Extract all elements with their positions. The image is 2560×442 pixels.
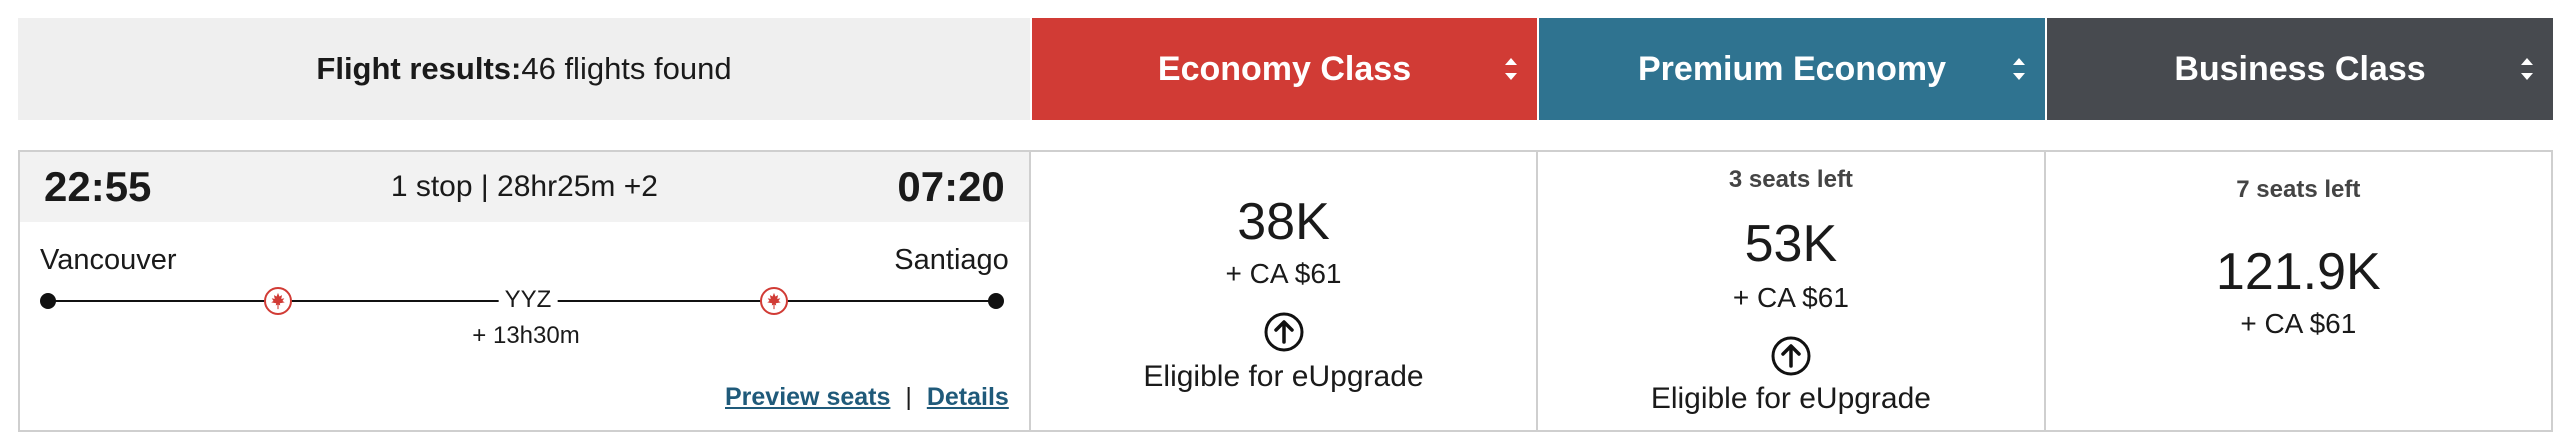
air-canada-leaf-icon [264, 287, 292, 315]
results-summary: Flight results: 46 flights found [18, 18, 1030, 120]
fare-cash: + CA $61 [1732, 282, 1849, 313]
tab-premium-label: Premium Economy [1638, 49, 1946, 88]
sort-icon [2521, 58, 2533, 80]
air-canada-leaf-icon [760, 287, 788, 315]
sort-icon [1505, 58, 1517, 80]
results-header: Flight results: 46 flights found Economy… [18, 18, 2553, 120]
route-cities: Vancouver Santiago [20, 244, 1029, 277]
sort-icon [2013, 58, 2025, 80]
fare-cash: + CA $61 [1225, 258, 1342, 289]
flight-links: Preview seats | Details [725, 383, 1009, 412]
fare-economy[interactable]: 38K + CA $61 Eligible for eUpgrade [1028, 152, 1536, 430]
fare-premium-economy[interactable]: 3 seats left 53K + CA $61 Eligible for e… [1536, 152, 2043, 430]
eupgrade-label: Eligible for eUpgrade [1650, 382, 1931, 415]
destination-dot [988, 293, 1004, 309]
origin-city: Vancouver [40, 244, 177, 276]
upgrade-arrow-icon [1771, 336, 1811, 376]
flight-info: 22:55 1 stop | 28hr25m +2 07:20 Vancouve… [20, 152, 1029, 430]
fare-points: 53K [1744, 215, 1838, 273]
upgrade-arrow-icon [1264, 312, 1303, 352]
fare-business-class[interactable]: 7 seats left 121.9K + CA $61 [2043, 152, 2551, 430]
eupgrade-label: Eligible for eUpgrade [1143, 360, 1424, 393]
departure-time: 22:55 [44, 163, 152, 210]
tab-economy-class[interactable]: Economy Class [1030, 18, 1537, 120]
tab-business-class[interactable]: Business Class [2045, 18, 2553, 120]
destination-city: Santiago [894, 244, 1009, 276]
results-label: Flight results: [316, 51, 522, 86]
layover-duration: + 13h30m [472, 322, 580, 349]
seats-left: 3 seats left [1728, 166, 1853, 193]
connection-airport: YYZ [498, 286, 558, 314]
preview-seats-link[interactable]: Preview seats [725, 383, 890, 411]
tab-premium-economy[interactable]: Premium Economy [1537, 18, 2045, 120]
flight-result-row: 22:55 1 stop | 28hr25m +2 07:20 Vancouve… [18, 150, 2553, 432]
details-link[interactable]: Details [927, 383, 1009, 411]
origin-dot [40, 293, 56, 309]
tab-business-label: Business Class [2174, 49, 2426, 88]
results-count: 46 flights found [521, 51, 732, 86]
tab-economy-label: Economy Class [1157, 49, 1412, 88]
link-separator: | [905, 383, 912, 411]
seats-left: 7 seats left [2236, 176, 2361, 203]
flight-summary: 1 stop | 28hr25m +2 [390, 170, 658, 203]
fare-points: 38K [1237, 193, 1330, 251]
arrival-time: 07:20 [897, 163, 1005, 210]
fare-cash: + CA $61 [2240, 308, 2357, 339]
fare-points: 121.9K [2215, 243, 2381, 301]
flight-time-bar: 22:55 1 stop | 28hr25m +2 07:20 [20, 152, 1029, 222]
